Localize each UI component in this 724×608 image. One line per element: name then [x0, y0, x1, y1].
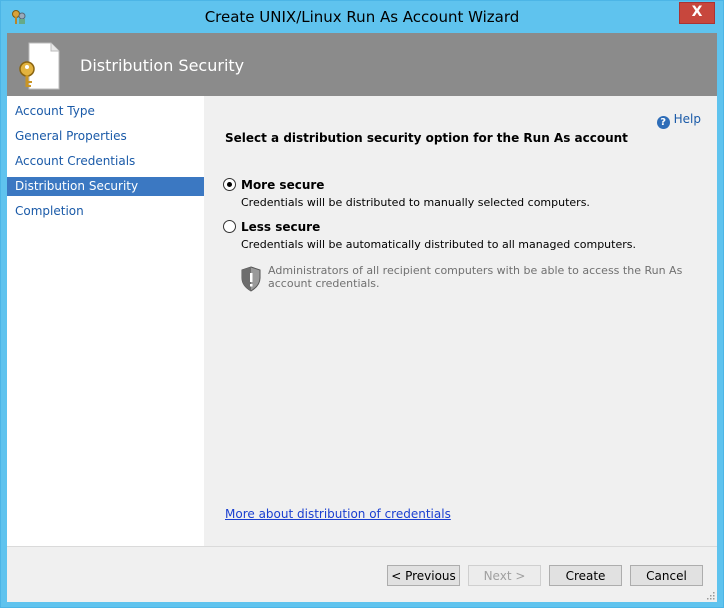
wizard-window: Create UNIX/Linux Run As Account Wizard …: [0, 0, 724, 608]
more-secure-label: More secure: [241, 178, 325, 192]
less-secure-description: Credentials will be automatically distri…: [241, 238, 636, 251]
close-button[interactable]: X: [679, 2, 715, 24]
window-title: Create UNIX/Linux Run As Account Wizard: [204, 8, 520, 26]
nav-item-completion[interactable]: Completion: [7, 202, 204, 221]
less-secure-option[interactable]: Less secure: [223, 220, 320, 234]
key-document-icon: [19, 42, 60, 90]
nav-item-distribution-security[interactable]: Distribution Security: [7, 177, 204, 196]
info-message: Administrators of all recipient computer…: [268, 264, 683, 290]
more-secure-radio[interactable]: [223, 178, 236, 191]
shield-icon: [241, 266, 261, 292]
button-bar: < Previous Next > Create Cancel: [7, 546, 717, 602]
next-button[interactable]: Next >: [468, 565, 541, 586]
less-secure-radio[interactable]: [223, 220, 236, 233]
more-info-link[interactable]: More about distribution of credentials: [225, 507, 451, 521]
more-secure-option[interactable]: More secure: [223, 178, 324, 192]
close-icon: X: [691, 4, 703, 20]
cancel-button[interactable]: Cancel: [630, 565, 703, 586]
section-prompt: Select a distribution security option fo…: [225, 131, 628, 145]
nav-item-general-properties[interactable]: General Properties: [7, 127, 204, 146]
previous-button[interactable]: < Previous: [387, 565, 460, 586]
nav-item-account-type[interactable]: Account Type: [7, 102, 204, 121]
help-link[interactable]: ? Help: [656, 112, 701, 129]
help-label: Help: [673, 112, 701, 126]
page-title: Distribution Security: [80, 56, 245, 75]
resize-grip-icon[interactable]: [705, 590, 715, 600]
create-button[interactable]: Create: [549, 565, 622, 586]
content-panel: ? Help Select a distribution security opt…: [204, 96, 717, 546]
wizard-header: Distribution Security: [7, 33, 717, 96]
more-secure-description: Credentials will be distributed to manua…: [241, 196, 590, 209]
help-icon: ?: [656, 116, 670, 129]
less-secure-label: Less secure: [241, 220, 321, 234]
title-bar[interactable]: Create UNIX/Linux Run As Account Wizard …: [1, 1, 723, 33]
nav-item-account-credentials[interactable]: Account Credentials: [7, 152, 204, 171]
wizard-steps-nav: Account Type General Properties Account …: [7, 96, 204, 546]
